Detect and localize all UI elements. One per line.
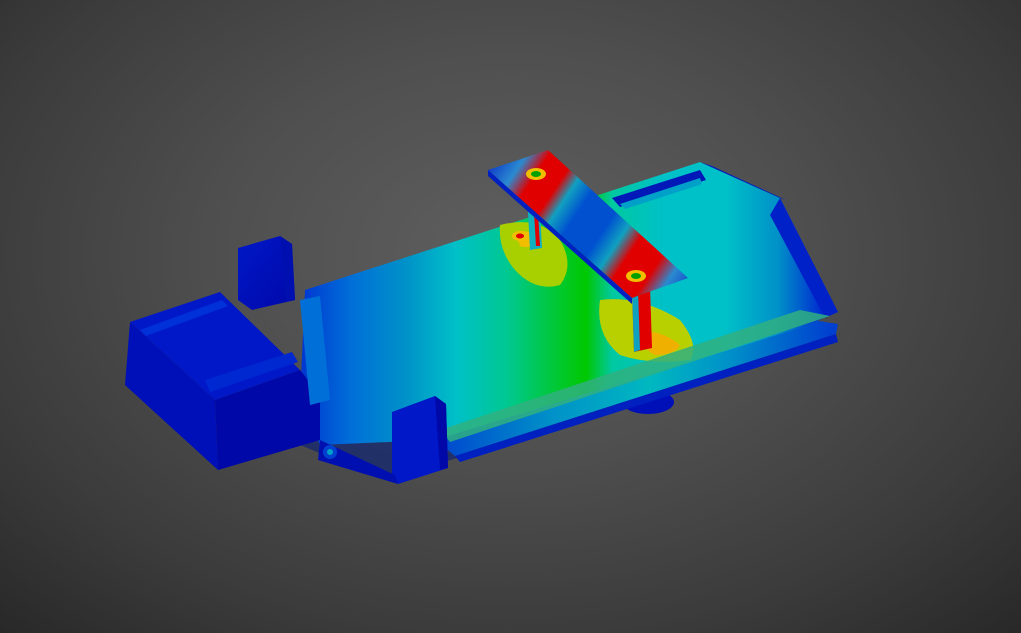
strap-bolt-1-inner <box>531 171 541 177</box>
strap-bolt-3-inner <box>516 233 524 239</box>
strap-bolt-2-inner <box>631 273 641 279</box>
front-base-bolt-inner <box>327 449 333 455</box>
3d-viewport[interactable] <box>0 0 1021 633</box>
fea-model[interactable] <box>0 0 1021 633</box>
